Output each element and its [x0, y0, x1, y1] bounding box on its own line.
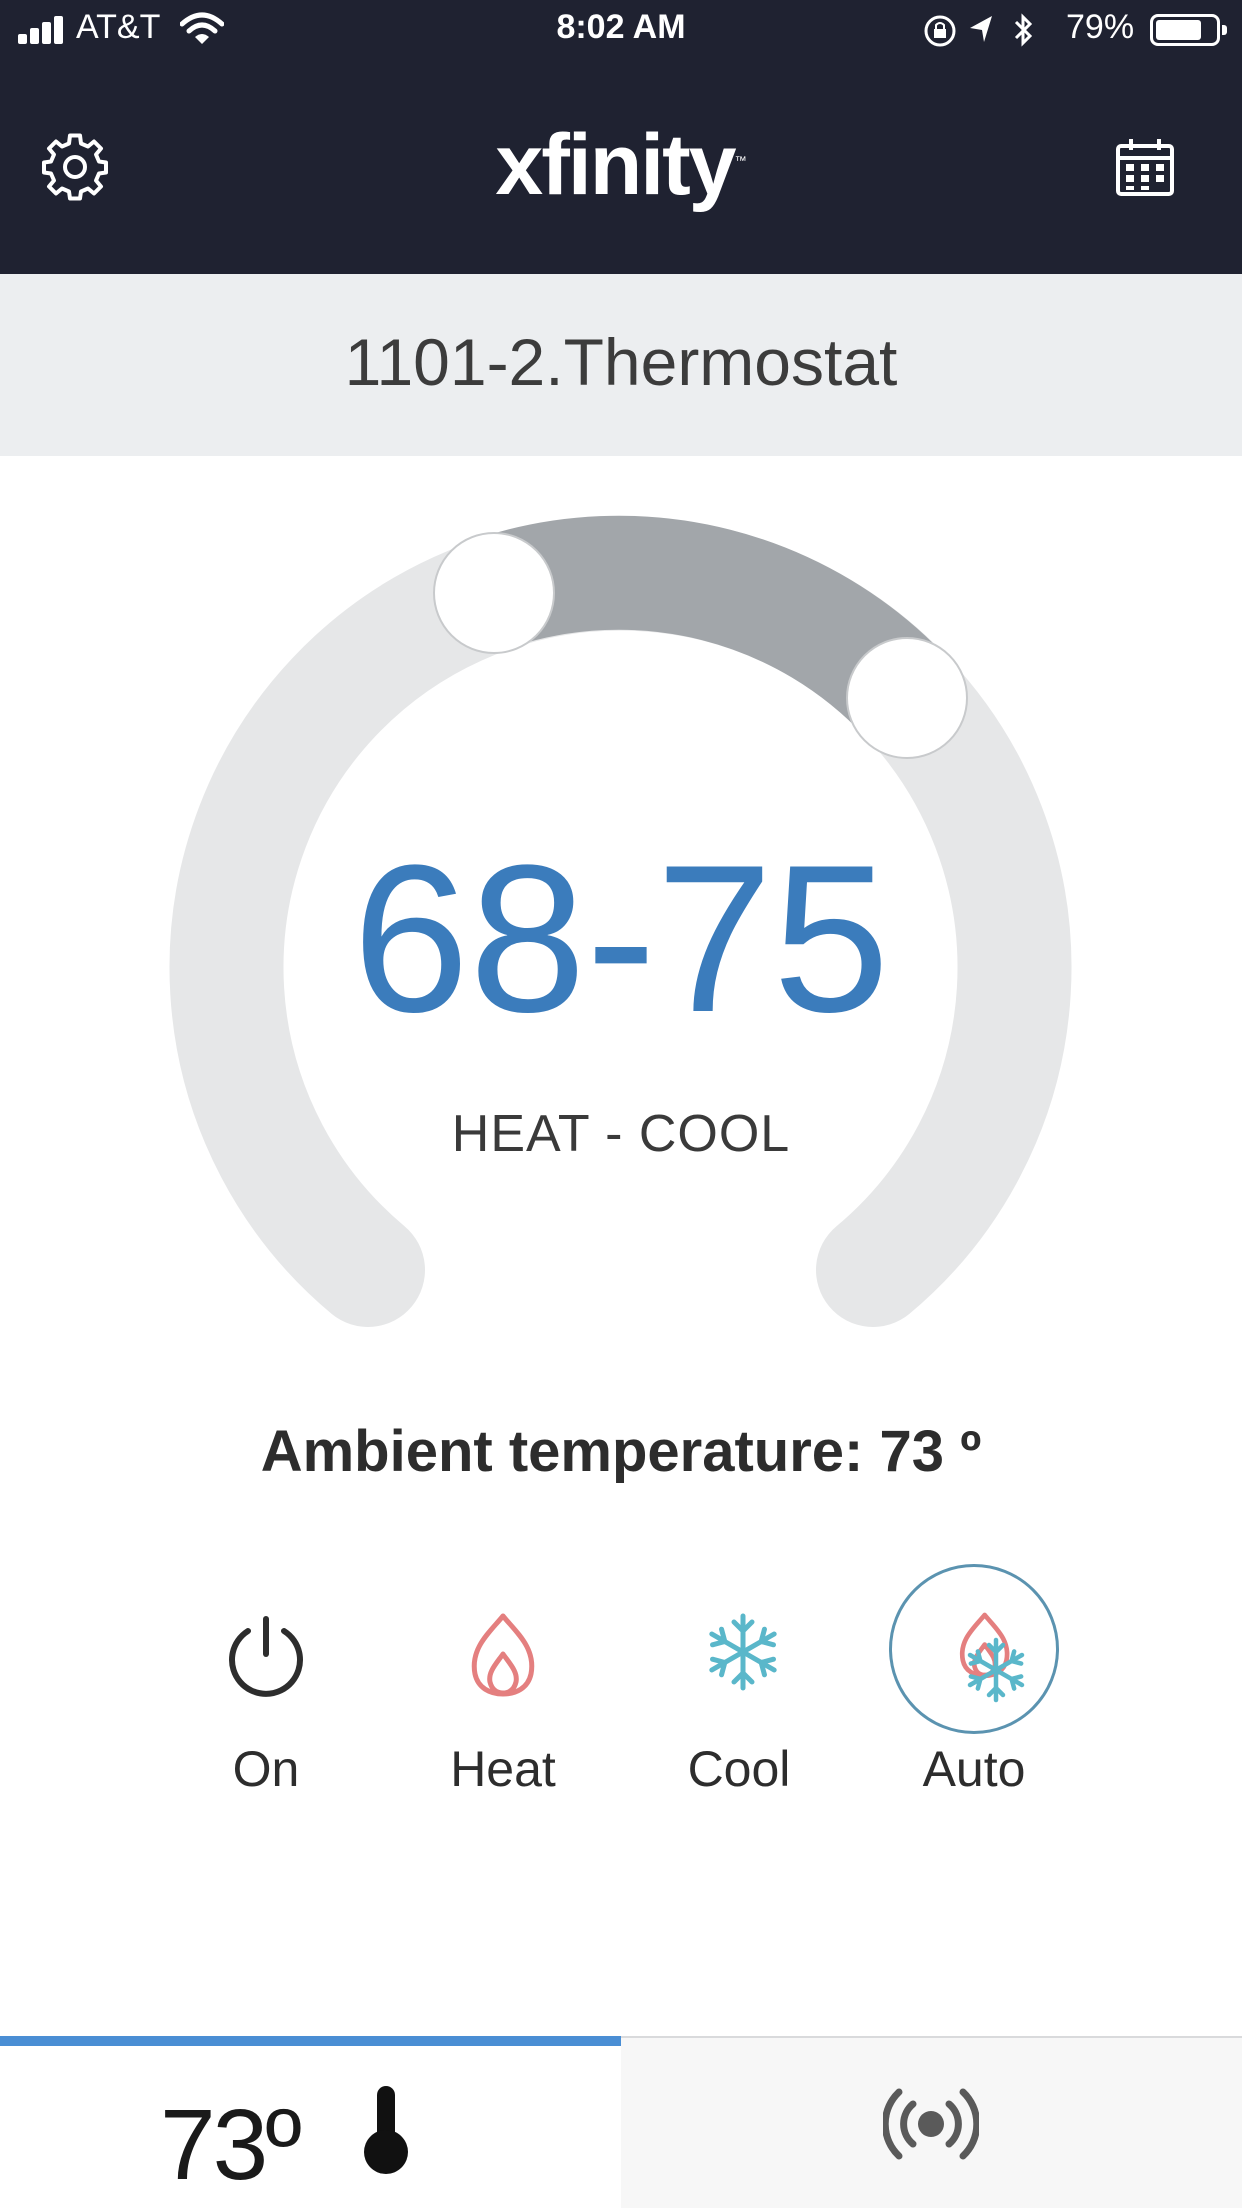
snowflake-icon: [654, 1564, 824, 1734]
current-temperature: 73º: [160, 2089, 302, 2201]
mode-label: HEAT - COOL: [451, 1105, 791, 1163]
flame-snowflake-icon: [889, 1564, 1059, 1734]
tab-remote[interactable]: [621, 2038, 1242, 2208]
location-icon: [970, 16, 992, 42]
status-icons-group: [924, 13, 1033, 47]
thermostat-dial[interactable]: 68-75 HEAT - COOL: [0, 456, 1242, 1356]
heat-setpoint-handle[interactable]: [433, 532, 555, 654]
flame-icon: [418, 1564, 588, 1734]
active-tab-indicator: [0, 2036, 621, 2046]
mode-selector: On Heat Cool Auto: [0, 1560, 1242, 1820]
dial-active-range: [475, 515, 949, 738]
mode-cool-button[interactable]: Cool: [649, 1560, 829, 1810]
orientation-lock-icon: [924, 15, 956, 47]
tab-bar: 73º: [0, 2036, 1242, 2208]
status-bar: AT&T 8:02 AM 79%: [0, 0, 1242, 62]
mode-cool-label: Cool: [687, 1741, 791, 1797]
broadcast-icon: [883, 2088, 979, 2160]
cool-setpoint-handle[interactable]: [846, 637, 968, 759]
mode-auto-label: Auto: [922, 1741, 1026, 1797]
battery-icon: [1150, 14, 1227, 46]
thermometer-icon: [364, 2086, 408, 2174]
calendar-icon[interactable]: [1114, 136, 1176, 198]
device-bar: 1101-2.Thermostat: [0, 274, 1242, 456]
xfinity-logo: xfinity™: [495, 117, 747, 213]
device-name[interactable]: 1101-2.Thermostat: [0, 324, 1242, 400]
power-icon: [181, 1564, 351, 1734]
mode-on-label: On: [232, 1741, 300, 1797]
mode-heat-label: Heat: [450, 1741, 556, 1797]
bluetooth-icon: [1014, 13, 1033, 47]
battery-percent: 79%: [1066, 8, 1135, 46]
tab-temperature[interactable]: 73º: [0, 2036, 621, 2208]
setpoint-range: 68-75: [352, 821, 890, 1056]
mode-auto-button[interactable]: Auto: [884, 1560, 1064, 1810]
mode-heat-button[interactable]: Heat: [413, 1560, 593, 1810]
ambient-temperature: Ambient temperature: 73 º: [260, 1419, 982, 1484]
mode-on-button[interactable]: On: [176, 1560, 356, 1810]
app-header: xfinity™: [0, 62, 1242, 274]
